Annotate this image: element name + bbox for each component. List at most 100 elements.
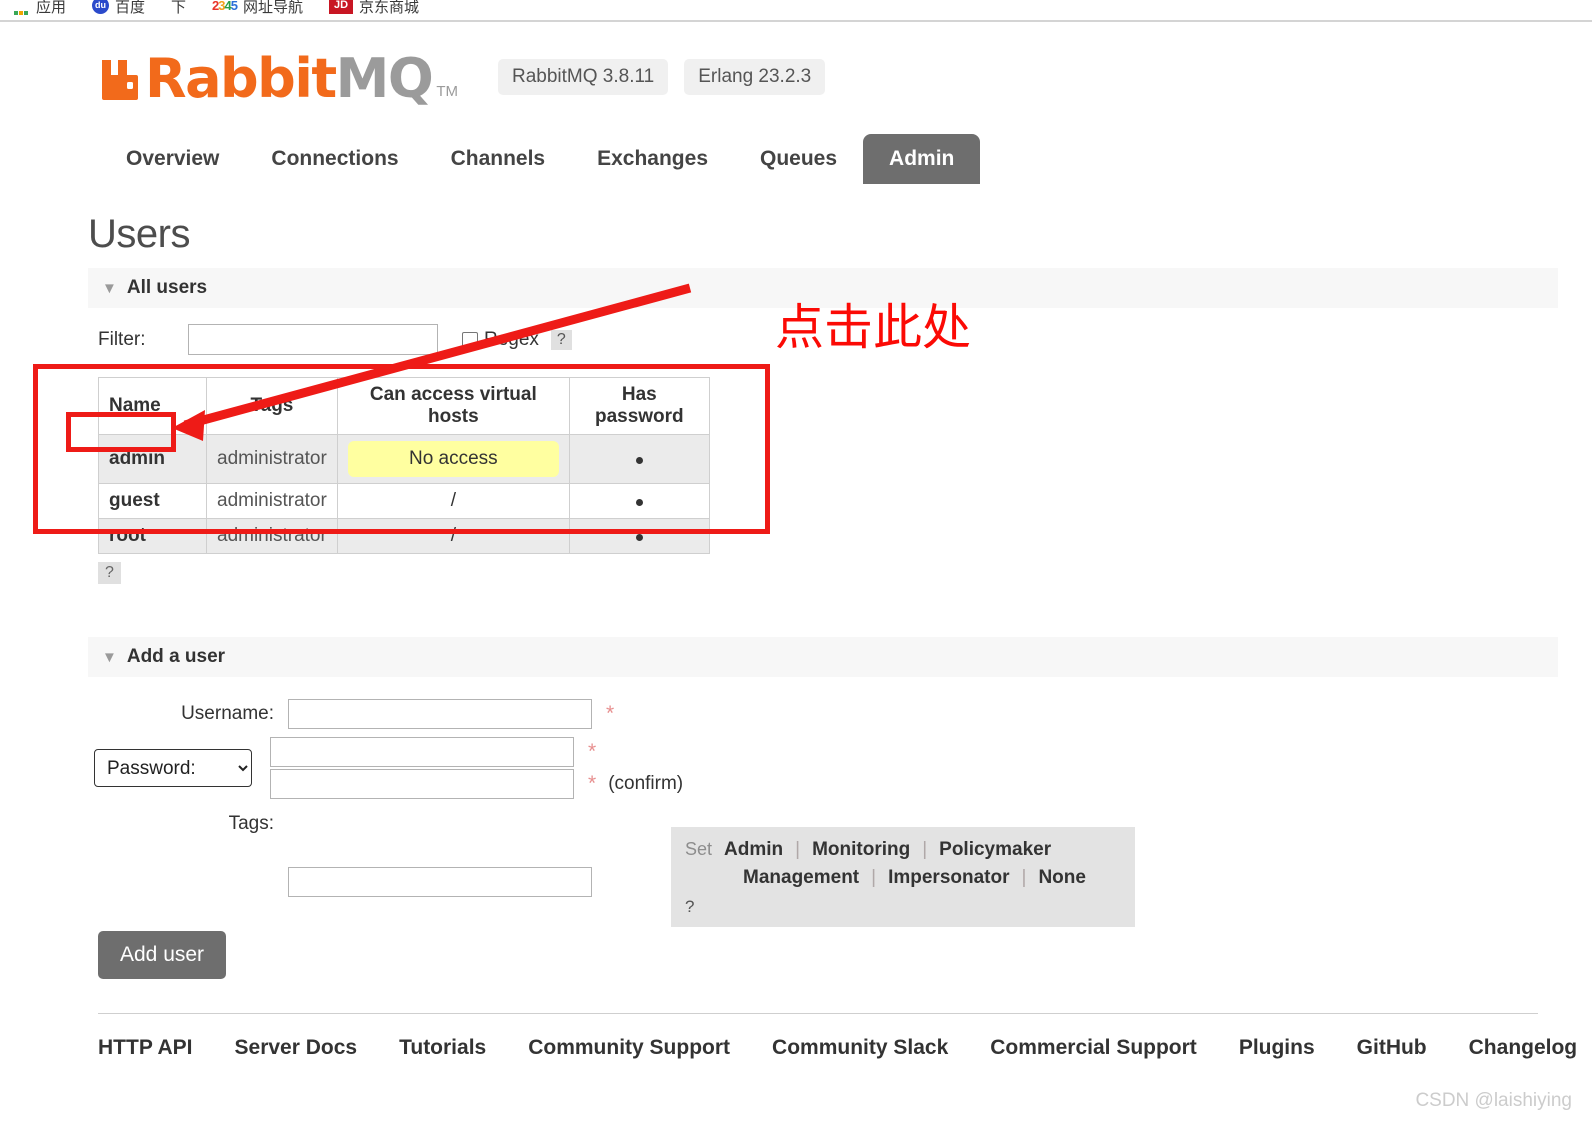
bookmark-jd[interactable]: JD 京东商城 [329, 0, 419, 22]
user-has-password [568, 518, 710, 554]
tab-exchanges[interactable]: Exchanges [571, 134, 734, 184]
footer-link-http-api[interactable]: HTTP API [98, 1036, 193, 1060]
table-help-icon[interactable]: ? [98, 562, 121, 584]
tag-option-policymaker[interactable]: Policymaker [939, 839, 1051, 861]
tags-preset-panel: Set Admin | Monitoring | Policymaker Man… [671, 827, 1135, 927]
bookmark-apps[interactable]: 应用 [14, 0, 66, 22]
tags-label: Tags: [228, 813, 274, 834]
version-badges: RabbitMQ 3.8.11 Erlang 23.2.3 [497, 59, 826, 95]
baidu-icon: du [92, 0, 110, 14]
tab-overview[interactable]: Overview [100, 134, 245, 184]
column-header-tags[interactable]: Tags [206, 377, 338, 435]
rabbitmq-logo-icon [100, 58, 140, 102]
footer-links: HTTP API Server Docs Tutorials Community… [98, 1013, 1577, 1060]
user-has-password [568, 483, 710, 519]
user-tags: administrator [206, 434, 338, 484]
jd-icon: JD [329, 0, 353, 14]
separator: | [922, 839, 928, 860]
tag-option-none[interactable]: None [1038, 867, 1086, 889]
confirm-note: (confirm) [608, 773, 684, 794]
main-nav: Overview Connections Channels Exchanges … [100, 134, 1592, 184]
footer-link-tutorials[interactable]: Tutorials [399, 1036, 486, 1060]
table-row[interactable]: admin administrator No access [98, 434, 710, 484]
logo-text-mq: MQ [335, 47, 434, 110]
username-label: Username: [181, 703, 274, 724]
tag-option-admin[interactable]: Admin [724, 839, 783, 861]
section-add-user: ▼ Add a user Username: * Password: * * (… [88, 636, 1558, 979]
user-vhosts: / [336, 518, 570, 554]
password-confirm-input[interactable] [270, 769, 574, 799]
user-name-guest[interactable]: guest [98, 483, 207, 519]
set-label: Set [685, 839, 713, 859]
password-input[interactable] [270, 737, 574, 767]
regex-checkbox-wrap[interactable]: Regex ? [462, 329, 572, 351]
footer-link-community-support[interactable]: Community Support [528, 1036, 730, 1060]
column-header-has-password[interactable]: Has password [568, 377, 710, 435]
separator: | [1021, 867, 1027, 888]
footer-link-plugins[interactable]: Plugins [1239, 1036, 1315, 1060]
user-vhosts: / [336, 483, 570, 519]
password-row: Password: * * (confirm) [88, 737, 1558, 799]
tab-channels[interactable]: Channels [425, 134, 572, 184]
bookmark-partial[interactable]: 下 [171, 0, 187, 22]
table-row[interactable]: guest administrator / [98, 483, 710, 519]
required-mark: * [588, 740, 597, 763]
add-user-button[interactable]: Add user [98, 931, 227, 979]
page-title: Users [88, 212, 190, 256]
tag-option-monitoring[interactable]: Monitoring [812, 839, 910, 861]
bookmark-baidu[interactable]: du 百度 [92, 0, 146, 22]
section-all-users-label: All users [126, 277, 208, 298]
no-access-badge: No access [347, 441, 559, 477]
required-mark: * [606, 702, 615, 725]
bookmark-label: 网址导航 [242, 0, 303, 16]
tag-option-management[interactable]: Management [743, 867, 859, 889]
tag-option-impersonator[interactable]: Impersonator [888, 867, 1009, 889]
required-mark: * [588, 772, 597, 795]
bullet-icon [635, 457, 643, 464]
tags-preset-line-2: Management | Impersonator | None [743, 867, 1117, 889]
app-header: RabbitMQ TM RabbitMQ 3.8.11 Erlang 23.2.… [0, 22, 1592, 106]
separator: | [871, 867, 877, 888]
user-name-root[interactable]: root [98, 518, 207, 554]
footer-link-github[interactable]: GitHub [1357, 1036, 1427, 1060]
tags-help-icon[interactable]: ? [685, 897, 1117, 917]
footer-link-changelog[interactable]: Changelog [1469, 1036, 1578, 1060]
regex-label: Regex [484, 328, 539, 350]
tab-connections[interactable]: Connections [245, 134, 424, 184]
logo-text-rabbit: Rabbit [145, 47, 337, 110]
user-vhosts: No access [336, 434, 570, 484]
footer-link-community-slack[interactable]: Community Slack [772, 1036, 948, 1060]
footer-link-commercial-support[interactable]: Commercial Support [990, 1036, 1197, 1060]
regex-checkbox[interactable] [462, 331, 478, 348]
footer-link-server-docs[interactable]: Server Docs [235, 1036, 358, 1060]
separator: | [795, 839, 801, 860]
table-row[interactable]: root administrator / [98, 518, 710, 554]
column-header-vhosts[interactable]: Can access virtual hosts [336, 377, 570, 435]
badge-rabbitmq-version: RabbitMQ 3.8.11 [497, 59, 669, 95]
column-header-name[interactable]: Name [98, 377, 207, 435]
section-add-user-label: Add a user [126, 646, 226, 667]
filter-input[interactable] [188, 324, 438, 355]
user-tags: administrator [206, 483, 338, 519]
regex-help-icon[interactable]: ? [550, 329, 572, 350]
section-add-user-header[interactable]: ▼ Add a user [88, 636, 1558, 677]
bookmark-2345[interactable]: 2345 网址导航 [212, 0, 303, 22]
username-input[interactable] [288, 699, 592, 729]
user-tags: administrator [206, 518, 338, 554]
user-has-password [568, 434, 710, 484]
apps-grid-icon [14, 2, 30, 15]
tab-admin[interactable]: Admin [863, 134, 981, 184]
user-name-admin[interactable]: admin [98, 434, 207, 484]
browser-bookmarks-bar: 应用 du 百度 下 2345 网址导航 JD 京东商城 [0, 0, 1592, 22]
password-type-select[interactable]: Password: [94, 749, 252, 787]
bookmark-label: 百度 [115, 0, 146, 16]
username-row: Username: * [88, 699, 1558, 729]
bullet-icon [635, 534, 643, 541]
annotation-text: 点击此处 [775, 299, 972, 356]
badge-erlang-version: Erlang 23.2.3 [684, 59, 826, 95]
chevron-down-icon: ▼ [102, 648, 117, 666]
bookmark-label: 下 [171, 0, 187, 16]
tags-input[interactable] [288, 867, 592, 897]
tab-queues[interactable]: Queues [734, 134, 863, 184]
rabbitmq-logo[interactable]: RabbitMQ TM [100, 52, 458, 106]
